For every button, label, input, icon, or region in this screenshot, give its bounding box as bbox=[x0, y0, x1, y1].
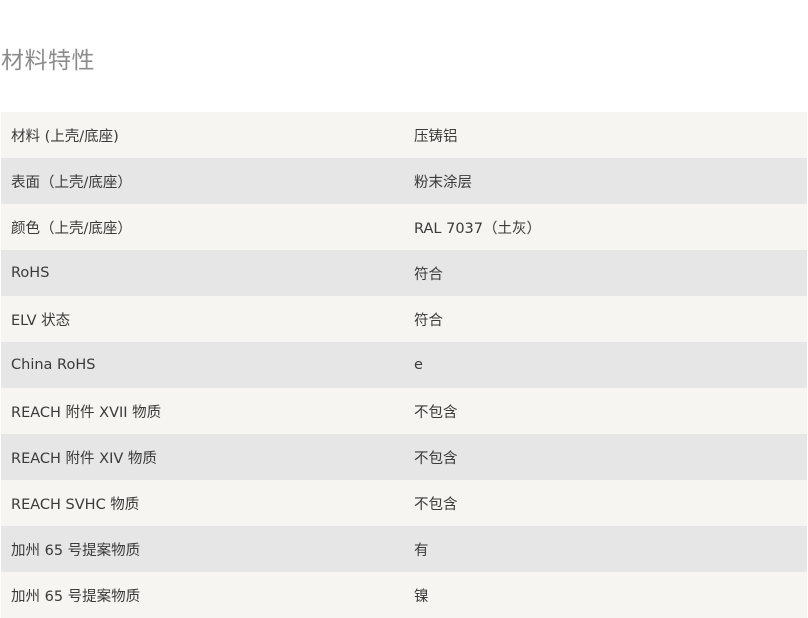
property-value: 符合 bbox=[414, 266, 443, 283]
property-label: 材料 (上壳/底座) bbox=[11, 128, 119, 145]
property-label: 表面（上壳/底座） bbox=[11, 174, 132, 191]
property-label: REACH SVHC 物质 bbox=[11, 496, 140, 513]
property-label: China RoHS bbox=[11, 357, 96, 373]
property-value: 不包含 bbox=[414, 450, 458, 467]
property-label: REACH 附件 XVII 物质 bbox=[11, 404, 162, 421]
property-value: e bbox=[414, 357, 423, 373]
property-value: 镍 bbox=[414, 588, 429, 605]
property-label: 加州 65 号提案物质 bbox=[11, 588, 141, 605]
table-row: REACH SVHC 物质 不包含 bbox=[1, 480, 807, 526]
table-row: China RoHS e bbox=[1, 342, 807, 388]
table-row: 材料 (上壳/底座) 压铸铝 bbox=[1, 112, 807, 158]
table-row: 加州 65 号提案物质 有 bbox=[1, 526, 807, 572]
property-label: 颜色（上壳/底座） bbox=[11, 220, 132, 237]
table-row: ELV 状态 符合 bbox=[1, 296, 807, 342]
property-value: RAL 7037（土灰） bbox=[414, 220, 541, 237]
property-label: ELV 状态 bbox=[11, 312, 71, 329]
property-value: 不包含 bbox=[414, 404, 458, 421]
property-value: 不包含 bbox=[414, 496, 458, 513]
property-value: 有 bbox=[414, 542, 429, 559]
material-properties-table: 材料 (上壳/底座) 压铸铝 表面（上壳/底座） 粉末涂层 颜色（上壳/底座） … bbox=[1, 112, 807, 618]
table-row: 加州 65 号提案物质 镍 bbox=[1, 572, 807, 618]
property-value: 压铸铝 bbox=[414, 128, 458, 145]
section-title: 材料特性 bbox=[1, 48, 95, 74]
table-row: 表面（上壳/底座） 粉末涂层 bbox=[1, 158, 807, 204]
table-row: 颜色（上壳/底座） RAL 7037（土灰） bbox=[1, 204, 807, 250]
property-label: RoHS bbox=[11, 265, 50, 281]
property-value: 符合 bbox=[414, 312, 443, 329]
page: 材料特性 材料 (上壳/底座) 压铸铝 表面（上壳/底座） 粉末涂层 颜色（上壳… bbox=[0, 0, 808, 618]
table-row: REACH 附件 XIV 物质 不包含 bbox=[1, 434, 807, 480]
property-value: 粉末涂层 bbox=[414, 174, 472, 191]
table-row: RoHS 符合 bbox=[1, 250, 807, 296]
table-row: REACH 附件 XVII 物质 不包含 bbox=[1, 388, 807, 434]
property-label: REACH 附件 XIV 物质 bbox=[11, 450, 157, 467]
property-label: 加州 65 号提案物质 bbox=[11, 542, 141, 559]
